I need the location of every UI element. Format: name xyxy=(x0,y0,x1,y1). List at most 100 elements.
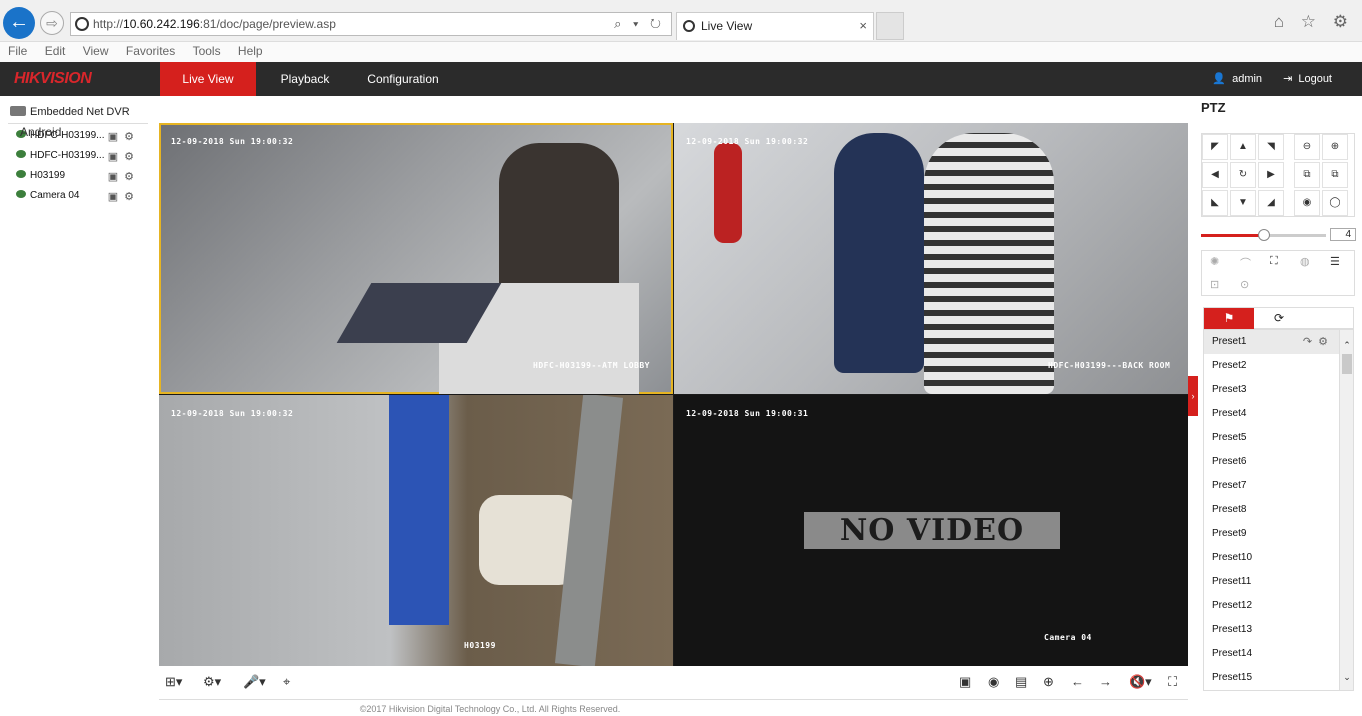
ptz-right-icon[interactable]: ▶ xyxy=(1258,162,1284,188)
record-ptz-icons[interactable]: ▣⚙ xyxy=(108,190,140,203)
ptz-aux-functions: ✺ ⌒ ⛶ ◍ ☰ ⊡ ⊙ xyxy=(1201,250,1355,296)
tree-camera-3[interactable]: H03199 ▣⚙ xyxy=(16,170,142,188)
nav-live-view[interactable]: Live View xyxy=(160,62,256,96)
preset-label: Preset7 xyxy=(1212,480,1247,491)
preset-item[interactable]: Preset15 xyxy=(1204,666,1340,690)
menu-favorites[interactable]: Favorites xyxy=(126,42,175,61)
preset-item[interactable]: Preset9 xyxy=(1204,522,1340,546)
preset-item[interactable]: Preset2 xyxy=(1204,354,1340,378)
scroll-up-icon[interactable]: ⌃ xyxy=(1341,340,1353,351)
menu-file[interactable]: File xyxy=(8,42,27,61)
scroll-down-icon[interactable]: ⌄ xyxy=(1341,672,1353,683)
preset-item[interactable]: Preset13 xyxy=(1204,618,1340,642)
menu-view[interactable]: View xyxy=(83,42,109,61)
window-layout-icon[interactable]: ⊞▾ xyxy=(165,674,182,690)
back-arrow-icon[interactable]: ← xyxy=(3,7,35,39)
record-ptz-icons[interactable]: ▣⚙ xyxy=(108,130,140,143)
microphone-icon[interactable]: 🎤▾ xyxy=(243,674,266,690)
next-page-icon[interactable]: → xyxy=(1099,674,1112,689)
focus-far-icon[interactable]: ⧉ xyxy=(1322,162,1348,188)
menu-edit[interactable]: Edit xyxy=(45,42,66,61)
speed-knob[interactable] xyxy=(1257,229,1270,241)
video-pane-2[interactable]: 12-09-2018 Sun 19:00:32 HDFC-H03199---BA… xyxy=(674,123,1188,394)
tab-pattern[interactable] xyxy=(1304,308,1354,329)
zoom-out-icon[interactable]: ⊖ xyxy=(1294,134,1320,160)
tree-root-label: Embedded Net DVR xyxy=(30,106,130,118)
ptz-down-icon[interactable]: ▼ xyxy=(1230,190,1256,216)
preset-item[interactable]: Preset5 xyxy=(1204,426,1340,450)
zoom-in-icon[interactable]: ⊕ xyxy=(1322,134,1348,160)
tab-patrol-icon[interactable]: ⟳ xyxy=(1254,308,1304,329)
preset-label: Preset5 xyxy=(1212,432,1247,443)
tree-camera-4[interactable]: Camera 04 ▣⚙ xyxy=(16,190,142,208)
tree-camera-2[interactable]: HDFC-H03199... ▣⚙ xyxy=(16,150,142,168)
ptz-up-left-icon[interactable]: ◤ xyxy=(1202,134,1228,160)
preset-item[interactable]: Preset1 ↷⚙ xyxy=(1204,330,1340,354)
ptz-up-icon[interactable]: ▲ xyxy=(1230,134,1256,160)
ptz-down-right-icon[interactable]: ◢ xyxy=(1258,190,1284,216)
video-pane-1[interactable]: 12-09-2018 Sun 19:00:32 HDFC-H03199--ATM… xyxy=(159,123,673,394)
home-favorites-settings-icons[interactable]: ⌂ ☆ ⚙ xyxy=(1274,12,1354,32)
stop-all-icon[interactable]: ▣ xyxy=(959,674,971,690)
preset-item[interactable]: Preset14 xyxy=(1204,642,1340,666)
preset-item[interactable]: Preset6 xyxy=(1204,450,1340,474)
ptz-speed-slider[interactable]: 4 xyxy=(1201,228,1356,241)
preset-item[interactable]: Preset11 xyxy=(1204,570,1340,594)
scroll-thumb[interactable] xyxy=(1342,354,1352,374)
address-bar[interactable]: http://10.60.242.196:81/doc/page/preview… xyxy=(70,12,672,36)
volume-mute-icon[interactable]: 🔇▾ xyxy=(1129,674,1152,690)
forward-arrow-icon[interactable]: ⇨ xyxy=(40,11,64,35)
speed-fill xyxy=(1201,234,1264,237)
preset-scrollbar[interactable]: ⌃ ⌄ xyxy=(1339,330,1353,690)
browser-tab-live-view[interactable]: Live View × xyxy=(676,12,874,40)
manual-track-icon[interactable]: ⊙ xyxy=(1240,278,1249,291)
new-tab-button[interactable] xyxy=(876,12,904,40)
auto-focus-icon[interactable]: ⛶ xyxy=(1270,255,1278,268)
logout-link[interactable]: Logout xyxy=(1298,73,1332,85)
tree-root-dvr[interactable]: Embedded Net DVR xyxy=(10,106,130,118)
pane-camera-name: H03199 xyxy=(464,641,496,650)
fullscreen-icon[interactable]: ⛶ xyxy=(1168,674,1177,690)
preset-label: Preset4 xyxy=(1212,408,1247,419)
digital-zoom-icon[interactable]: ⌖ xyxy=(283,674,290,690)
capture-icon[interactable]: ◉ xyxy=(988,674,999,690)
menu-tools[interactable]: Tools xyxy=(193,42,221,61)
focus-near-icon[interactable]: ⧉ xyxy=(1294,162,1320,188)
ptz-left-icon[interactable]: ◀ xyxy=(1202,162,1228,188)
wiper-icon[interactable]: ⌒ xyxy=(1240,255,1251,271)
preset-label: Preset2 xyxy=(1212,360,1247,371)
video-pane-3[interactable]: 12-09-2018 Sun 19:00:32 H03199 xyxy=(159,395,673,666)
preset-item[interactable]: Preset10 xyxy=(1204,546,1340,570)
record-ptz-icons[interactable]: ▣⚙ xyxy=(108,150,140,163)
preset-item[interactable]: Preset3 xyxy=(1204,378,1340,402)
aux-icon[interactable]: ⊡ xyxy=(1210,278,1219,291)
iris-open-icon[interactable]: ◉ xyxy=(1294,190,1320,216)
tab-presets-flag-icon[interactable]: ⚑ xyxy=(1204,308,1254,329)
preset-item[interactable]: Preset4 xyxy=(1204,402,1340,426)
lens-init-icon[interactable]: ◍ xyxy=(1300,255,1310,268)
tab-close-icon[interactable]: × xyxy=(859,13,867,39)
preset-item[interactable]: Preset7 xyxy=(1204,474,1340,498)
tree-divider xyxy=(8,123,148,124)
address-tools-icons[interactable]: ⌕ ▾ ↻ xyxy=(614,13,665,35)
iris-close-icon[interactable]: ◯ xyxy=(1322,190,1348,216)
record-ptz-icons[interactable]: ▣⚙ xyxy=(108,170,140,183)
preset-item[interactable]: Preset8 xyxy=(1204,498,1340,522)
ptz-auto-icon[interactable]: ↻ xyxy=(1230,162,1256,188)
record-icon[interactable]: ▤ xyxy=(1015,674,1027,690)
preset-label: Preset13 xyxy=(1212,624,1253,635)
call-set-preset-icons[interactable]: ↷⚙ xyxy=(1303,330,1334,354)
preset-item[interactable]: Preset12 xyxy=(1204,594,1340,618)
menu-help[interactable]: Help xyxy=(238,42,263,61)
ptz-up-right-icon[interactable]: ◥ xyxy=(1258,134,1284,160)
ptz-down-left-icon[interactable]: ◣ xyxy=(1202,190,1228,216)
stream-type-icon[interactable]: ⚙▾ xyxy=(203,674,221,690)
video-pane-4[interactable]: 12-09-2018 Sun 19:00:31 NO VIDEO Camera … xyxy=(674,395,1188,666)
zoom-in-icon[interactable]: ⊕ xyxy=(1043,674,1054,690)
menu-icon[interactable]: ☰ xyxy=(1330,255,1340,268)
previous-page-icon[interactable]: ← xyxy=(1071,674,1084,689)
nav-configuration[interactable]: Configuration xyxy=(356,62,450,96)
nav-playback[interactable]: Playback xyxy=(264,62,346,96)
light-icon[interactable]: ✺ xyxy=(1210,255,1219,268)
collapse-panel-handle[interactable]: › xyxy=(1188,376,1198,416)
